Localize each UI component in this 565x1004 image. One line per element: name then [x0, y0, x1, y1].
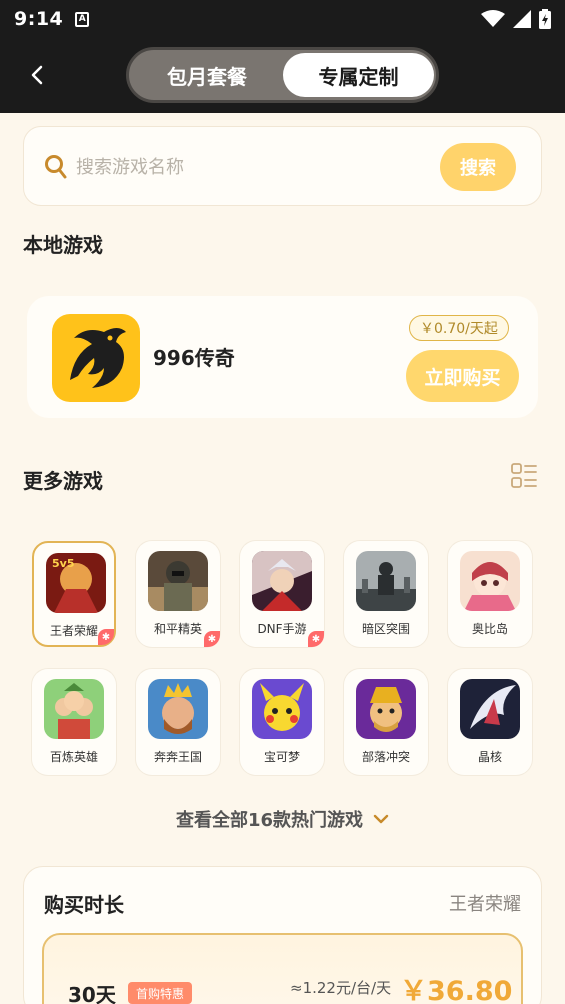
- game-name: 宝可梦: [263, 750, 300, 764]
- game-tile-buluo[interactable]: 部落冲突: [344, 669, 428, 775]
- signal-icon: [513, 10, 531, 28]
- game-name: DNF手游: [257, 622, 307, 636]
- game-tile-aobi[interactable]: 奥比岛: [448, 541, 532, 647]
- game-logo-996: [52, 314, 140, 402]
- game-thumb-anqu: [356, 551, 416, 611]
- chevron-left-icon: [31, 65, 43, 85]
- status-bar: 9:14 A: [0, 0, 565, 38]
- game-name: 奔奔王国: [153, 750, 202, 764]
- wifi-icon: [481, 10, 505, 27]
- game-thumb-buluo: [356, 679, 416, 739]
- game-tile-anqu[interactable]: 暗区突围: [344, 541, 428, 647]
- list-view-icon[interactable]: [511, 463, 537, 489]
- chevron-down-icon: [373, 814, 389, 824]
- game-thumb-wangzhe: 5v5: [46, 553, 106, 613]
- game-tile-bailian[interactable]: 百炼英雄: [32, 669, 116, 775]
- search-input[interactable]: [76, 149, 406, 185]
- local-game-card[interactable]: 996传奇 ￥0.70/天起 立即购买: [27, 296, 538, 418]
- search-bar: 搜索: [23, 126, 542, 206]
- svg-text:5v5: 5v5: [52, 557, 74, 570]
- game-tile-benben[interactable]: 奔奔王国: [136, 669, 220, 775]
- game-thumb-jinghe: [460, 679, 520, 739]
- status-time: 9:14: [14, 8, 64, 30]
- price-tag: ￥0.70/天起: [409, 315, 509, 341]
- plan-option-30-days[interactable]: 30天 首购特惠 ≈1.22元/台/天 ￥36.80: [42, 933, 523, 1004]
- status-icons: [481, 9, 551, 29]
- tab-custom-plan[interactable]: 专属定制: [283, 53, 434, 97]
- battery-icon: [539, 9, 551, 29]
- game-tile-dnf[interactable]: ✱ DNF手游: [240, 541, 324, 647]
- local-game-name: 996传奇: [153, 346, 235, 370]
- local-games-title: 本地游戏: [23, 233, 103, 257]
- game-name: 晶核: [477, 750, 502, 764]
- game-tile-heping[interactable]: ✱ 和平精英: [136, 541, 220, 647]
- game-thumb-benben: [148, 679, 208, 739]
- view-all-games-button[interactable]: 查看全部16款热门游戏: [0, 806, 565, 832]
- game-thumb-bailian: [44, 679, 104, 739]
- top-nav: 包月套餐 专属定制: [0, 38, 565, 113]
- game-name: 和平精英: [153, 622, 202, 636]
- game-name: 暗区突围: [361, 622, 410, 636]
- plan-price: ￥36.80: [400, 976, 513, 1004]
- purchase-duration-card: 购买时长 王者荣耀 30天 首购特惠 ≈1.22元/台/天 ￥36.80: [23, 866, 542, 1004]
- a-icon: A: [75, 11, 90, 27]
- plan-type-switch: 包月套餐 专属定制: [126, 47, 439, 103]
- search-button[interactable]: 搜索: [440, 143, 516, 191]
- game-name: 部落冲突: [361, 750, 410, 764]
- game-thumb-heping: [148, 551, 208, 611]
- view-all-label: 查看全部16款热门游戏: [175, 810, 364, 831]
- game-name: 奥比岛: [471, 622, 508, 636]
- game-thumb-dnf: [252, 551, 312, 611]
- purchase-duration-title: 购买时长: [44, 893, 124, 917]
- more-games-title: 更多游戏: [23, 469, 103, 493]
- first-purchase-badge: 首购特惠: [128, 982, 193, 1004]
- selected-game-label: 王者荣耀: [449, 894, 521, 915]
- game-tile-wangzhe[interactable]: 5v5 ✱ 王者荣耀: [32, 541, 116, 647]
- game-tile-jinghe[interactable]: 晶核: [448, 669, 532, 775]
- game-name: 王者荣耀: [49, 624, 98, 638]
- plan-days: 30天: [68, 983, 116, 1004]
- buy-now-button[interactable]: 立即购买: [406, 350, 519, 402]
- game-thumb-pokemon: [252, 679, 312, 739]
- game-thumb-aobi: [460, 551, 520, 611]
- search-icon: [45, 155, 67, 179]
- plan-per-day-price: ≈1.22元/台/天: [290, 979, 392, 997]
- game-name: 百炼英雄: [49, 750, 98, 764]
- game-tile-pokemon[interactable]: 宝可梦: [240, 669, 324, 775]
- back-button[interactable]: [22, 60, 52, 90]
- tab-monthly-plan[interactable]: 包月套餐: [133, 53, 281, 97]
